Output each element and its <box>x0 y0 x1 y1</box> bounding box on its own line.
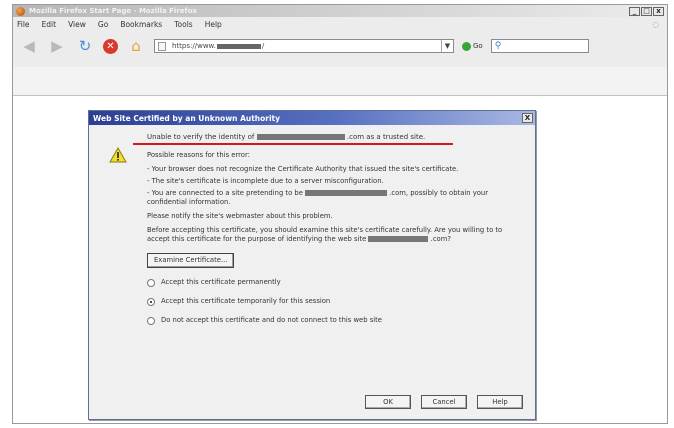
domain-redaction <box>305 190 388 196</box>
go-label: Go <box>473 42 483 50</box>
menu-edit[interactable]: Edit <box>42 20 57 29</box>
dialog-title: Web Site Certified by an Unknown Authori… <box>93 113 281 123</box>
menu-bookmarks[interactable]: Bookmarks <box>120 20 162 29</box>
ok-button[interactable]: OK <box>365 395 411 409</box>
examine-certificate-button[interactable]: Examine Certificate... <box>147 253 235 268</box>
address-bar[interactable]: https://www. / ▼ <box>154 39 454 53</box>
maximize-icon[interactable]: □ <box>641 6 652 16</box>
headline-suffix: .com as a trusted site. <box>346 133 426 141</box>
radio-button[interactable] <box>147 297 155 306</box>
domain-redaction <box>368 236 429 242</box>
dialog-title-bar: Web Site Certified by an Unknown Authori… <box>89 111 535 125</box>
page-icon <box>158 41 166 51</box>
minimize-icon[interactable]: _ <box>629 6 640 16</box>
go-icon <box>462 41 471 51</box>
domain-redaction <box>256 134 345 140</box>
window-title: Mozilla Firefox Start Page - Mozilla Fir… <box>29 7 197 15</box>
menu-view[interactable]: View <box>68 20 86 29</box>
dialog-buttons: OK Cancel Help <box>365 395 523 409</box>
dialog-close-icon[interactable]: X <box>522 113 533 123</box>
cancel-button[interactable]: Cancel <box>421 395 467 409</box>
menu-bar: File Edit View Go Bookmarks Tools Help ◌ <box>13 17 667 31</box>
reason-item: - Your browser does not recognize the Ce… <box>147 165 459 173</box>
option-do-not-accept[interactable]: Do not accept this certificate and do no… <box>147 316 527 325</box>
go-button[interactable]: Go <box>462 41 483 51</box>
reason-text: - You are connected to a site pretending… <box>147 189 303 197</box>
search-icon: ⚲ <box>494 41 502 51</box>
menu-go[interactable]: Go <box>98 20 108 29</box>
stop-icon[interactable]: ✕ <box>103 38 118 54</box>
warning-icon <box>109 147 127 163</box>
before-accepting-suffix: .com? <box>430 235 451 243</box>
warning-headline: Unable to verify the identity of .com as… <box>133 133 527 145</box>
search-input[interactable]: ⚲ <box>490 39 589 53</box>
url-dropdown-icon[interactable]: ▼ <box>441 40 453 52</box>
dialog-body: Unable to verify the identity of .com as… <box>133 133 527 335</box>
reasons-intro: Possible reasons for this error: <box>147 151 250 159</box>
option-accept-permanently[interactable]: Accept this certificate permanently <box>147 278 527 287</box>
help-button[interactable]: Help <box>477 395 523 409</box>
certificate-dialog: Web Site Certified by an Unknown Authori… <box>88 110 536 420</box>
reason-item: - The site's certificate is incomplete d… <box>147 177 384 185</box>
option-label: Accept this certificate temporarily for … <box>161 297 331 305</box>
toolbar-strip <box>13 67 667 95</box>
notify-text: Please notify the site's webmaster about… <box>147 212 333 220</box>
forward-arrow-icon[interactable]: ▶ <box>47 36 67 56</box>
headline-prefix: Unable to verify the identity of <box>147 133 255 141</box>
option-accept-session[interactable]: Accept this certificate temporarily for … <box>147 297 527 306</box>
option-label: Accept this certificate permanently <box>161 278 281 286</box>
menu-tools[interactable]: Tools <box>174 20 192 29</box>
headline-underline <box>133 143 453 145</box>
url-redaction <box>216 43 261 49</box>
reason-item: - You are connected to a site pretending… <box>147 189 527 207</box>
reasons-list: - Your browser does not recognize the Ce… <box>147 165 527 207</box>
close-icon[interactable]: x <box>653 6 664 16</box>
radio-button[interactable] <box>147 278 155 287</box>
option-label: Do not accept this certificate and do no… <box>161 316 382 324</box>
url-suffix: / <box>261 42 265 50</box>
menu-file[interactable]: File <box>17 20 30 29</box>
before-accepting-text: Before accepting this certificate, you s… <box>147 226 527 244</box>
menu-help[interactable]: Help <box>205 20 222 29</box>
window-controls: _ □ x <box>629 6 664 16</box>
throbber-icon: ◌ <box>652 19 659 29</box>
back-arrow-icon[interactable]: ◀ <box>19 36 39 56</box>
firefox-icon <box>16 6 25 16</box>
radio-button[interactable] <box>147 316 155 325</box>
navigation-toolbar: ◀ ▶ ↻ ✕ ⌂ https://www. / ▼ Go ⚲ <box>13 31 667 61</box>
reload-icon[interactable]: ↻ <box>75 36 95 56</box>
title-bar: Mozilla Firefox Start Page - Mozilla Fir… <box>13 5 667 17</box>
home-icon[interactable]: ⌂ <box>126 36 146 56</box>
url-prefix: https://www. <box>172 42 216 50</box>
